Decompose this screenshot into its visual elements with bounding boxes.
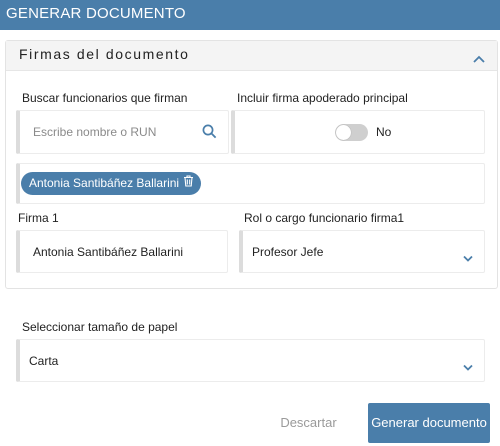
selected-funcionario-chip[interactable]: Antonia Santibáñez Ballarini (21, 172, 202, 195)
chevron-down-icon[interactable] (463, 249, 473, 267)
buscar-funcionarios-label: Buscar funcionarios que firman (22, 91, 188, 105)
firmas-panel-title: Firmas del documento (19, 46, 190, 62)
buscar-funcionarios-input[interactable]: Escribe nombre o RUN (16, 110, 229, 154)
papel-label: Seleccionar tamaño de papel (22, 320, 178, 334)
firmas-panel-header[interactable]: Firmas del documento (6, 41, 497, 71)
rol1-select[interactable]: Profesor Jefe (239, 230, 485, 273)
apoderado-field: No (231, 110, 485, 154)
rol1-label: Rol o cargo funcionario firma1 (244, 211, 405, 225)
apoderado-toggle[interactable] (335, 124, 368, 141)
toggle-knob (336, 125, 351, 140)
firma1-value: Antonia Santibáñez Ballarini (33, 245, 184, 259)
search-icon[interactable] (202, 124, 217, 144)
firma1-label: Firma 1 (18, 211, 59, 225)
trash-icon[interactable] (183, 172, 194, 195)
discard-button[interactable]: Descartar (271, 407, 346, 439)
apoderado-label: Incluir firma apoderado principal (237, 91, 408, 105)
apoderado-toggle-text: No (376, 125, 392, 139)
papel-select[interactable]: Carta (16, 339, 485, 382)
chevron-up-icon[interactable] (473, 50, 485, 68)
firma1-field[interactable]: Antonia Santibáñez Ballarini (16, 230, 228, 273)
dialog-title: GENERAR DOCUMENTO (0, 0, 500, 30)
papel-value: Carta (29, 354, 59, 368)
chevron-down-icon[interactable] (463, 358, 473, 376)
buscar-funcionarios-placeholder: Escribe nombre o RUN (33, 125, 157, 139)
generate-document-button[interactable]: Generar documento (368, 403, 490, 443)
chip-label: Antonia Santibáñez Ballarini (29, 176, 180, 190)
rol1-value: Profesor Jefe (252, 245, 324, 259)
